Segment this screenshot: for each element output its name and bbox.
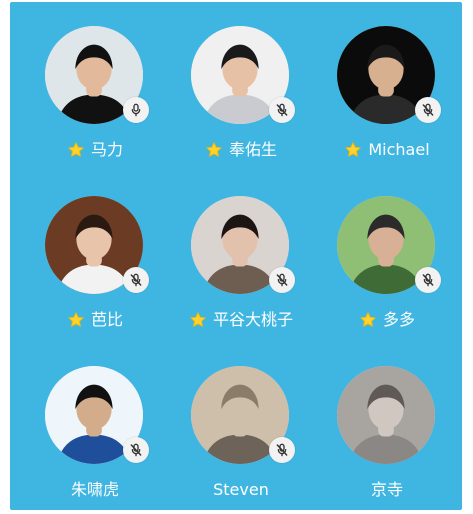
participant-tile[interactable]: 朱啸虎 — [20, 342, 170, 502]
participant-name-row: 京寺 — [312, 480, 462, 500]
participant-tile[interactable]: 京寺 — [312, 342, 462, 502]
mic-muted-icon — [269, 97, 295, 123]
participant-tile[interactable]: 多多 — [312, 172, 462, 332]
participant-tile[interactable]: Steven — [166, 342, 316, 502]
star-icon — [359, 311, 377, 329]
star-icon — [344, 141, 362, 159]
mic-muted-icon — [123, 267, 149, 293]
participant-tile[interactable]: Michael — [312, 2, 462, 162]
participant-name-row: Steven — [166, 480, 316, 500]
mic-icon — [123, 97, 149, 123]
star-icon — [67, 141, 85, 159]
participant-name: 芭比 — [90, 310, 123, 329]
mic-muted-icon — [269, 437, 295, 463]
star-icon — [205, 141, 223, 159]
mic-muted-icon — [415, 267, 441, 293]
mic-muted-icon — [415, 97, 441, 123]
participant-name: Steven — [213, 480, 269, 499]
participant-name-row: 奉佑生 — [166, 140, 316, 160]
participant-tile[interactable]: 平谷大桃子 — [166, 172, 316, 332]
star-icon — [67, 311, 85, 329]
participant-name: Michael — [368, 140, 430, 159]
participant-name-row: 多多 — [312, 310, 462, 330]
participant-name-row: 朱啸虎 — [20, 480, 170, 500]
participant-name-row: 马力 — [20, 140, 170, 160]
participant-name: 平谷大桃子 — [212, 310, 293, 329]
participant-name-row: Michael — [312, 140, 462, 160]
participant-name: 京寺 — [370, 480, 403, 499]
participant-grid: 马力 奉佑生 Michael 芭比 平谷大桃子 多多朱啸虎 Steven 京寺 — [10, 2, 462, 510]
participant-name: 奉佑生 — [228, 140, 277, 159]
mic-muted-icon — [269, 267, 295, 293]
avatar[interactable] — [337, 366, 435, 464]
participant-tile[interactable]: 芭比 — [20, 172, 170, 332]
participant-name: 多多 — [382, 310, 415, 329]
participant-panel: 马力 奉佑生 Michael 芭比 平谷大桃子 多多朱啸虎 Steven 京寺 — [10, 2, 462, 510]
participant-tile[interactable]: 奉佑生 — [166, 2, 316, 162]
participant-name-row: 芭比 — [20, 310, 170, 330]
star-icon — [189, 311, 207, 329]
participant-name: 马力 — [90, 140, 123, 159]
participant-name-row: 平谷大桃子 — [166, 310, 316, 330]
participant-name: 朱啸虎 — [70, 480, 119, 499]
mic-muted-icon — [123, 437, 149, 463]
participant-tile[interactable]: 马力 — [20, 2, 170, 162]
